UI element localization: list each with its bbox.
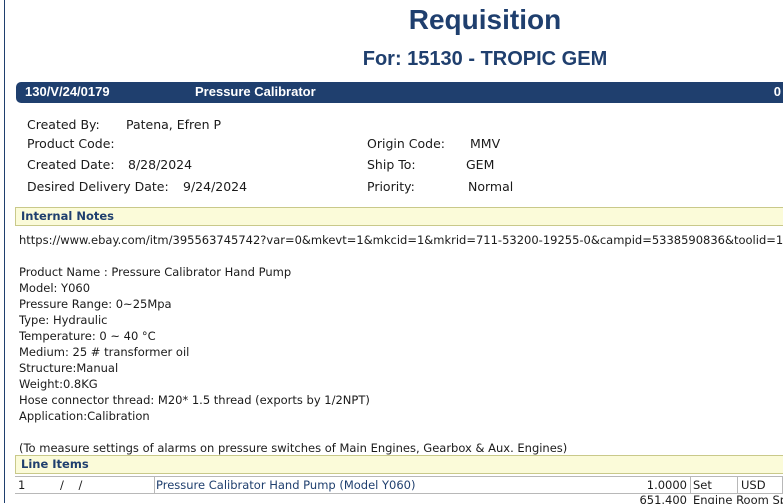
line-item-description[interactable]: Pressure Calibrator Hand Pump (Model Y06… (156, 477, 415, 493)
page-left-border (4, 0, 5, 503)
notes-line: Medium: 25 # transformer oil (19, 345, 190, 359)
ship-to-label: Ship To: (367, 157, 416, 172)
internal-notes-body: https://www.ebay.com/itm/395563745742?va… (19, 232, 783, 456)
notes-line (19, 248, 783, 264)
line-item-unit: Set (693, 478, 712, 492)
notes-line: Type: Hydraulic (19, 313, 108, 327)
notes-line: Weight:0.8KG (19, 377, 98, 391)
created-by-label: Created By: (27, 117, 100, 132)
line-items-heading-label: Line Items (21, 457, 89, 471)
created-date-label: Created Date: (27, 157, 115, 172)
notes-line: Application:Calibration (19, 409, 150, 423)
line-item-number: 1 (18, 478, 26, 492)
created-date-value: 8/28/2024 (128, 157, 193, 172)
line-item-slashes: / / (60, 478, 83, 492)
notes-line: (To measure settings of alarms on pressu… (19, 441, 568, 455)
priority-value: Normal (468, 179, 514, 194)
line-item-quantity: 1.0000 (646, 478, 687, 492)
notes-line (19, 424, 783, 440)
internal-notes-heading-label: Internal Notes (21, 209, 114, 223)
page-subtitle: For: 15130 - TROPIC GEM (362, 48, 608, 70)
notes-line: Model: Y060 (19, 281, 91, 295)
ship-to-value: GEM (466, 157, 495, 172)
table-row[interactable]: 1 / / Pressure Calibrator Hand Pump (Mod… (15, 476, 783, 494)
desired-delivery-label: Desired Delivery Date: (27, 179, 169, 194)
column-divider (154, 477, 155, 493)
priority-label: Priority: (367, 179, 415, 194)
requisition-number[interactable]: 130/V/24/0179 (25, 84, 110, 99)
origin-code-value: MMV (470, 136, 501, 151)
notes-link[interactable]: https://www.ebay.com/itm/395563745742?va… (19, 232, 783, 248)
desired-delivery-value: 9/24/2024 (183, 179, 248, 194)
requisition-header-bar: 130/V/24/0179 Pressure Calibrator 0 (16, 82, 783, 103)
origin-code-label: Origin Code: (367, 136, 445, 151)
line-items-heading: Line Items (15, 455, 783, 474)
page-title: Requisition (408, 4, 562, 35)
header-right-value: 0 (773, 84, 781, 99)
column-divider (737, 477, 738, 493)
created-by-value: Patena, Efren P (126, 117, 222, 132)
notes-line: Structure:Manual (19, 361, 119, 375)
notes-line: Temperature: 0 ~ 40 °C (19, 329, 156, 343)
internal-notes-heading: Internal Notes (15, 207, 783, 226)
line-item-currency: USD (741, 478, 766, 492)
notes-line: Hose connector thread: M20* 1.5 thread (… (19, 393, 370, 407)
notes-line: Pressure Range: 0~25Mpa (19, 297, 172, 311)
notes-line: Product Name : Pressure Calibrator Hand … (19, 265, 292, 279)
requisition-item-title: Pressure Calibrator (195, 84, 316, 99)
column-divider (690, 477, 691, 493)
product-code-label: Product Code: (27, 136, 115, 151)
